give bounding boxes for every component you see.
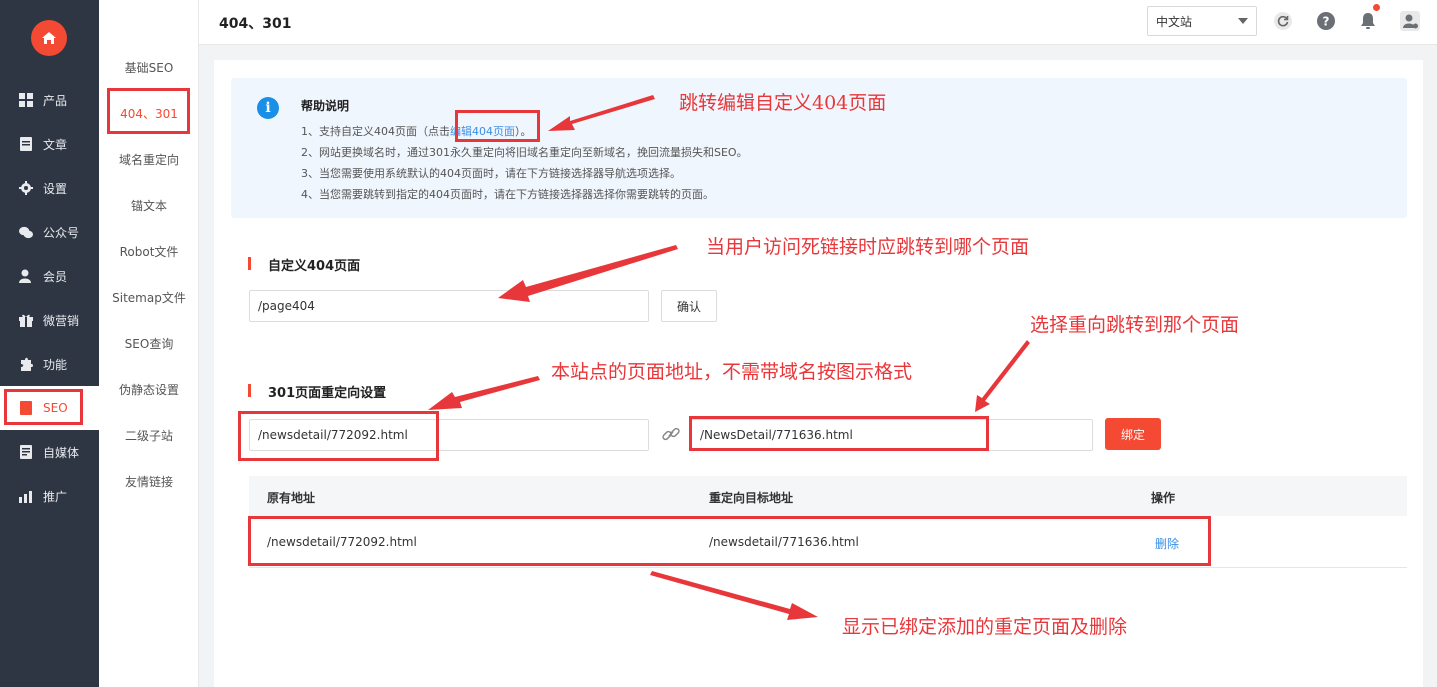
sidebar-item-settings[interactable]: 设置 bbox=[0, 166, 99, 210]
sidebar-item-article[interactable]: 文章 bbox=[0, 122, 99, 166]
site-language-select[interactable]: 中文站 bbox=[1147, 6, 1257, 36]
sidebar-item-label: 会员 bbox=[43, 269, 68, 284]
home-button[interactable] bbox=[31, 20, 67, 56]
puzzle-icon bbox=[19, 357, 33, 371]
annotation-source-format: 本站点的页面地址，不需带域名按图示格式 bbox=[551, 361, 913, 383]
svg-text:?: ? bbox=[1323, 15, 1330, 29]
highlight-target-input bbox=[689, 416, 989, 451]
main-sidebar: 产品 文章 设置 公众号 会员 微营销 功能 SEO 自媒体 推广 bbox=[0, 0, 99, 687]
annotation-bound-list: 显示已绑定添加的重定页面及删除 bbox=[842, 616, 1128, 638]
sidebar-item-function[interactable]: 功能 bbox=[0, 342, 99, 386]
help-line-4: 4、当您需要跳转到指定的404页面时，请在下方链接选择器选择你需要跳转的页面。 bbox=[301, 188, 714, 201]
notification-dot bbox=[1373, 4, 1380, 11]
site-select-value: 中文站 bbox=[1156, 14, 1193, 29]
help-icon[interactable]: ? bbox=[1315, 10, 1337, 32]
sidebar-item-media[interactable]: 自媒体 bbox=[0, 430, 99, 474]
submenu-item-friend-links[interactable]: 友情链接 bbox=[99, 458, 199, 504]
sidebar-item-label: 文章 bbox=[43, 137, 68, 152]
annotation-target-page: 选择重向跳转到那个页面 bbox=[1030, 314, 1240, 336]
submenu-item-seo-query[interactable]: SEO查询 bbox=[99, 320, 199, 366]
submenu-item-basic-seo[interactable]: 基础SEO bbox=[99, 44, 199, 90]
media-icon bbox=[19, 445, 33, 459]
wechat-icon bbox=[19, 225, 33, 239]
annotation-edit-404: 跳转编辑自定义404页面 bbox=[679, 92, 887, 114]
refresh-icon[interactable] bbox=[1272, 10, 1294, 32]
chevron-down-icon bbox=[1238, 18, 1248, 24]
sidebar-item-label: 推广 bbox=[43, 489, 68, 504]
document-icon bbox=[19, 137, 33, 151]
submenu-item-sitemap[interactable]: Sitemap文件 bbox=[99, 274, 199, 320]
bind-button[interactable]: 绑定 bbox=[1105, 418, 1161, 450]
gear-icon bbox=[19, 181, 33, 195]
column-header-target: 重定向目标地址 bbox=[709, 491, 794, 505]
submenu-item-pseudo-static[interactable]: 伪静态设置 bbox=[99, 366, 199, 412]
highlight-submenu-404 bbox=[107, 88, 190, 134]
sidebar-item-promotion[interactable]: 推广 bbox=[0, 474, 99, 518]
sidebar-item-member[interactable]: 会员 bbox=[0, 254, 99, 298]
submenu-item-domain-redirect[interactable]: 域名重定向 bbox=[99, 136, 199, 182]
table-header: 原有地址 重定向目标地址 操作 bbox=[249, 476, 1407, 516]
sidebar-item-label: 自媒体 bbox=[43, 445, 80, 460]
column-header-action: 操作 bbox=[1151, 491, 1176, 505]
column-header-source: 原有地址 bbox=[267, 491, 316, 505]
redirect-301-title: 301页面重定向设置 bbox=[248, 382, 386, 401]
submenu-item-robot[interactable]: Robot文件 bbox=[99, 228, 199, 274]
sidebar-item-wechat[interactable]: 公众号 bbox=[0, 210, 99, 254]
submenu-item-subsite[interactable]: 二级子站 bbox=[99, 412, 199, 458]
highlight-table-row bbox=[248, 516, 1211, 566]
info-icon: i bbox=[257, 97, 279, 119]
user-avatar-icon[interactable] bbox=[1399, 10, 1421, 32]
submenu-item-anchor-text[interactable]: 锚文本 bbox=[99, 182, 199, 228]
page-title: 404、301 bbox=[219, 16, 292, 32]
sidebar-item-product[interactable]: 产品 bbox=[0, 78, 99, 122]
highlight-source-input bbox=[238, 411, 439, 461]
member-icon bbox=[19, 269, 33, 283]
notification-bell-icon[interactable] bbox=[1357, 4, 1380, 32]
help-line-2: 2、网站更换域名时，通过301永久重定向将旧域名重定向至新域名，挽回流量损失和S… bbox=[301, 146, 748, 159]
highlight-edit-link bbox=[455, 110, 540, 142]
chart-icon bbox=[19, 489, 33, 503]
top-header: 404、301 中文站 ? bbox=[199, 0, 1437, 45]
sidebar-item-label: 产品 bbox=[43, 93, 68, 108]
help-line-3: 3、当您需要使用系统默认的404页面时，请在下方链接选择器导航选项选择。 bbox=[301, 167, 681, 180]
link-icon bbox=[661, 424, 683, 446]
grid-icon bbox=[19, 93, 33, 107]
custom-404-title: 自定义404页面 bbox=[248, 255, 360, 274]
help-title: 帮助说明 bbox=[301, 99, 350, 113]
highlight-sidebar-seo bbox=[4, 389, 83, 425]
sidebar-item-label: 公众号 bbox=[43, 225, 80, 240]
home-icon bbox=[42, 32, 56, 44]
confirm-button[interactable]: 确认 bbox=[661, 290, 717, 322]
annotation-dead-link: 当用户访问死链接时应跳转到哪个页面 bbox=[706, 236, 1030, 258]
sidebar-item-label: 微营销 bbox=[43, 313, 80, 328]
gift-icon bbox=[19, 313, 33, 327]
sidebar-item-marketing[interactable]: 微营销 bbox=[0, 298, 99, 342]
sidebar-item-label: 设置 bbox=[43, 181, 68, 196]
custom-404-input[interactable]: /page404 bbox=[249, 290, 649, 322]
help-line-1-text: 1、支持自定义404页面（点击 bbox=[301, 125, 450, 138]
sidebar-item-label: 功能 bbox=[43, 357, 68, 372]
